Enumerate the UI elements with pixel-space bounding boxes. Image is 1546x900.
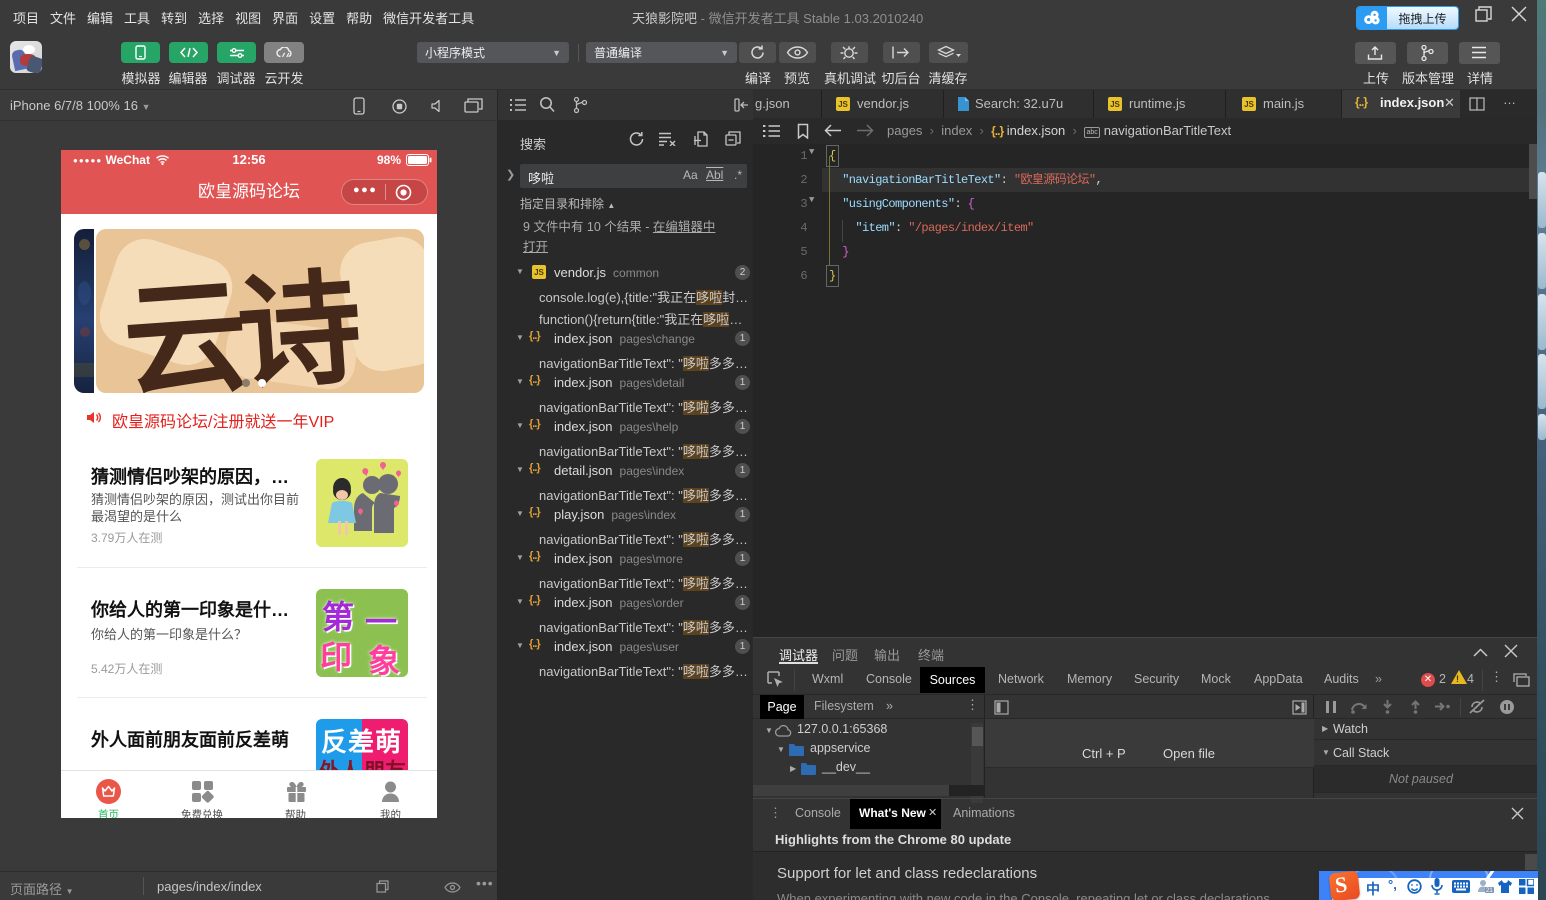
svg-text:21: 21 <box>1486 888 1493 894</box>
